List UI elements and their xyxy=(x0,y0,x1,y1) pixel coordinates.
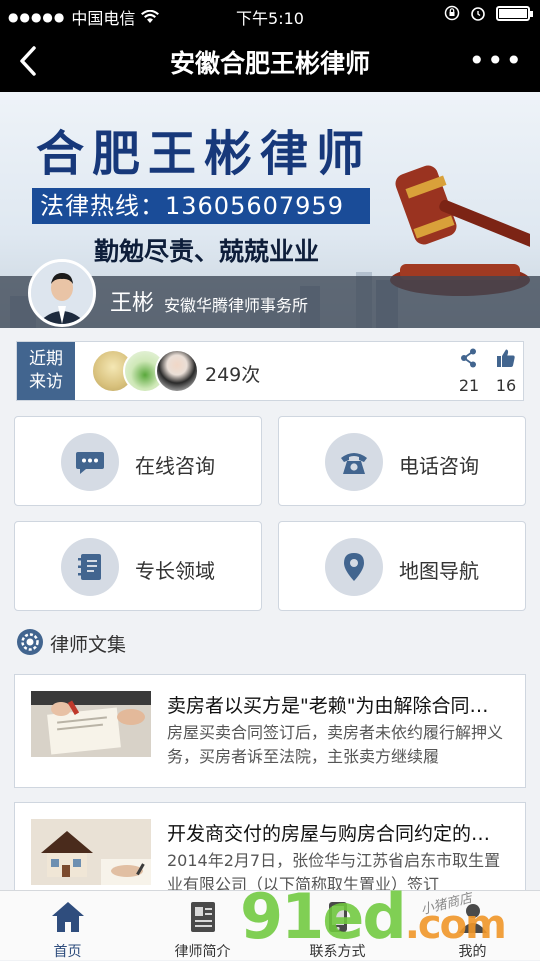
chat-bubble-icon xyxy=(76,452,104,474)
phone-consult-label: 电话咨询 xyxy=(399,454,479,478)
alarm-icon xyxy=(471,7,485,21)
nav-bar: 安徽合肥王彬律师 ••• xyxy=(0,30,540,92)
badge-icon xyxy=(17,629,43,655)
like-count: 16 xyxy=(495,376,517,395)
notebook-icon xyxy=(78,554,101,580)
expertise-icon-bg xyxy=(61,538,119,596)
article-thumbnail xyxy=(31,691,151,757)
status-bar: ●●●●● 中国电信 下午5:10 xyxy=(0,0,540,30)
firm-name: 安徽华腾律师事务所 xyxy=(164,296,309,315)
share-button[interactable]: 21 xyxy=(457,348,481,395)
online-consult-label: 在线咨询 xyxy=(135,454,215,478)
orientation-lock-icon xyxy=(444,5,460,21)
expertise-label: 专长领域 xyxy=(135,559,215,583)
online-consult-button[interactable]: 在线咨询 xyxy=(14,416,262,506)
slogan-text: 勤勉尽责、兢兢业业 xyxy=(94,237,320,266)
home-icon xyxy=(52,902,84,932)
map-navigation-button[interactable]: 地图导航 xyxy=(278,521,526,611)
recent-visitors-label-line1: 近期 xyxy=(29,349,63,369)
profile-banner: 合肥王彬律师 法律热线：13605607959 勤勉尽责、兢兢业业 王彬 安徽华… xyxy=(0,92,540,328)
article-title: 卖房者以买方是"老赖"为由解除合同… xyxy=(167,695,489,717)
lawyer-name: 王彬 xyxy=(110,291,155,316)
share-count: 21 xyxy=(458,376,480,395)
recent-visitors-bar: 近期 来访 249次 21 16 xyxy=(16,341,524,401)
expertise-button[interactable]: 专长领域 xyxy=(14,521,262,611)
article-title: 开发商交付的房屋与购房合同约定的… xyxy=(167,823,491,845)
visitor-avatar[interactable] xyxy=(155,349,199,393)
phone-consult-button[interactable]: 电话咨询 xyxy=(278,416,526,506)
share-icon xyxy=(461,348,476,368)
tab-home-label: 首页 xyxy=(53,944,82,960)
article-summary: 房屋买卖合同签订后，卖房者未依约履行解押义务，买房者诉至法院，主张卖方继续履 xyxy=(167,723,504,766)
visitor-avatars xyxy=(91,349,201,393)
tab-home[interactable]: 首页 xyxy=(0,891,135,961)
profile-card-icon xyxy=(191,902,215,932)
like-button[interactable]: 16 xyxy=(493,348,519,395)
telephone-icon xyxy=(341,453,367,474)
section-title: 律师文集 xyxy=(50,634,127,656)
article-card[interactable]: 卖房者以买方是"老赖"为由解除合同… 房屋买卖合同签订后，卖房者未依约履行解押义… xyxy=(14,674,526,788)
battery-icon xyxy=(496,5,533,21)
recent-visitors-tag: 近期 来访 xyxy=(17,342,75,400)
phone-consult-icon-bg xyxy=(325,433,383,491)
online-consult-icon-bg xyxy=(61,433,119,491)
thumbs-up-icon xyxy=(497,349,515,367)
more-options-icon[interactable]: ••• xyxy=(468,47,524,75)
article-thumbnail xyxy=(31,819,151,885)
lawyer-avatar[interactable] xyxy=(28,259,96,327)
page-title: 安徽合肥王彬律师 xyxy=(169,49,370,78)
map-pin-icon xyxy=(344,553,364,581)
map-navigation-icon-bg xyxy=(325,538,383,596)
watermark-main: 91ed xyxy=(240,880,407,953)
map-navigation-label: 地图导航 xyxy=(399,559,479,583)
hotline-label[interactable]: 法律热线：13605607959 xyxy=(32,188,370,224)
visit-count: 249次 xyxy=(205,364,261,386)
brand-heading: 合肥王彬律师 xyxy=(36,126,373,182)
recent-visitors-label-line2: 来访 xyxy=(29,372,63,392)
